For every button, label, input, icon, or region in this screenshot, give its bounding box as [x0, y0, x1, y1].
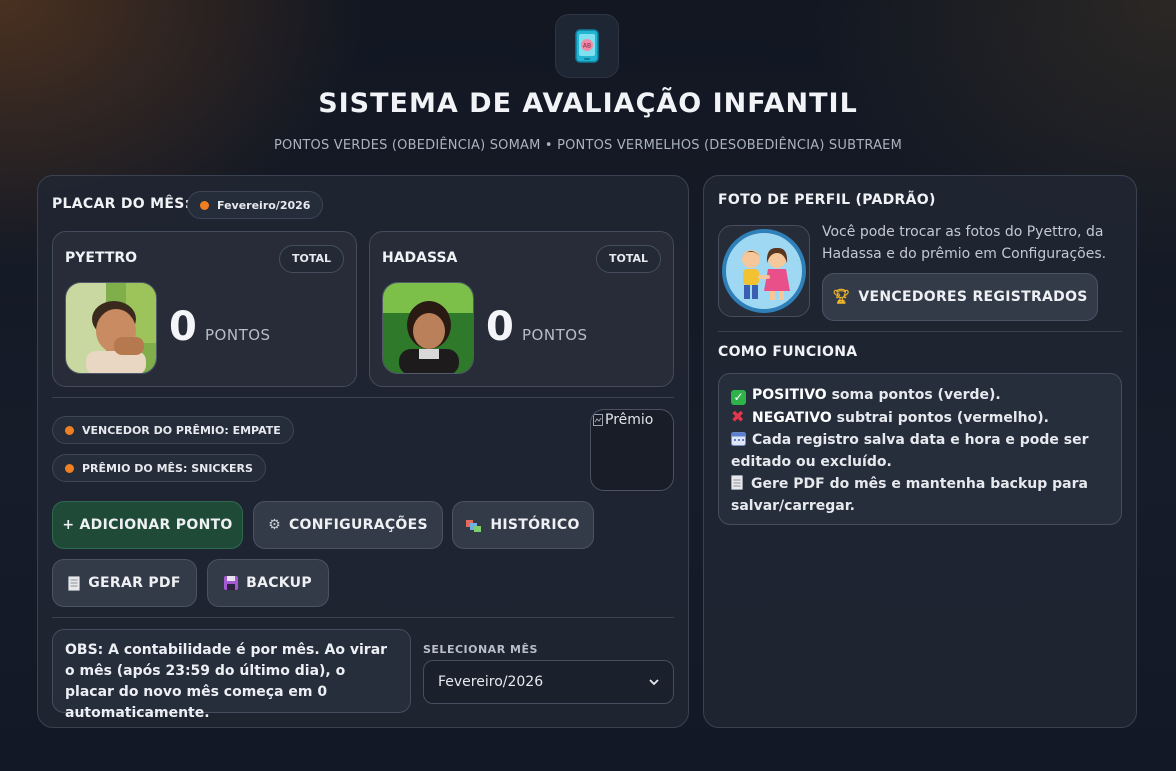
positive-label: POSITIVO [752, 387, 827, 403]
points-unit: PONTOS [522, 326, 588, 344]
howto-line-negative: ✖ NEGATIVO subtrai pontos (vermelho). [731, 406, 1109, 429]
month-chip: Fevereiro/2026 [187, 191, 324, 219]
prize-chip: PRÊMIO DO MÊS: SNICKERS [52, 454, 266, 482]
prize-image-alt: Prêmio [605, 412, 654, 428]
trophy-icon: 🏆︎ [832, 289, 851, 305]
player-photo [382, 282, 474, 374]
settings-label: CONFIGURAÇÕES [288, 517, 428, 533]
prize-chip-label: PRÊMIO DO MÊS: SNICKERS [82, 461, 253, 475]
divider [52, 617, 674, 618]
broken-image-icon: Prêmio [593, 412, 653, 428]
profile-panel: FOTO DE PERFIL (PADRÃO) Você pode trocar… [703, 175, 1137, 728]
document-icon [68, 575, 81, 591]
positive-text: soma pontos (verde). [826, 387, 1001, 403]
player-points: 0 [169, 304, 197, 350]
player-name: HADASSA [382, 250, 458, 266]
backup-label: BACKUP [246, 575, 312, 591]
registered-winners-label: VENCEDORES REGISTRADOS [858, 289, 1088, 305]
player-points: 0 [486, 304, 514, 350]
phone-app-icon: AB [575, 29, 599, 63]
divider [718, 331, 1122, 332]
divider [52, 397, 674, 398]
month-chip-label: Fevereiro/2026 [217, 198, 311, 212]
howto-line-calendar: Cada registro salva data e hora e pode s… [731, 429, 1109, 473]
total-badge: TOTAL [595, 245, 661, 273]
registered-winners-button[interactable]: 🏆︎ VENCEDORES REGISTRADOS [822, 273, 1098, 321]
score-card-pyettro: PYETTRO TOTAL 0 PONTOS [52, 231, 357, 387]
points-unit: PONTOS [205, 326, 271, 344]
orange-dot-icon [65, 425, 74, 435]
gear-icon: ⚙ [268, 517, 281, 533]
generate-pdf-label: GERAR PDF [88, 575, 181, 591]
generate-pdf-button[interactable]: GERAR PDF [52, 559, 197, 607]
profile-title: FOTO DE PERFIL (PADRÃO) [718, 192, 936, 208]
add-point-label: + ADICIONAR PONTO [62, 517, 233, 533]
player-photo [65, 282, 157, 374]
winner-chip: VENCEDOR DO PRÊMIO: EMPATE [52, 416, 294, 444]
howto-title: COMO FUNCIONA [718, 344, 858, 360]
profile-note: Você pode trocar as fotos do Pyettro, da… [822, 224, 1107, 262]
chart-icon [466, 520, 482, 532]
svg-text:AB: AB [583, 43, 591, 50]
backup-button[interactable]: BACKUP [207, 559, 329, 607]
page-subtitle: PONTOS VERDES (OBEDIÊNCIA) SOMAM • PONTO… [274, 138, 902, 153]
pdf-text: Gere PDF do mês e mantenha backup para s… [731, 476, 1088, 514]
history-label: HISTÓRICO [490, 517, 580, 533]
scoreboard-title: PLACAR DO MÊS: [52, 196, 191, 212]
children-avatar-icon [722, 229, 806, 313]
howto-line-positive: ✓ POSITIVO soma pontos (verde). [731, 384, 1109, 406]
orange-dot-icon [200, 200, 209, 210]
default-avatar [718, 225, 810, 317]
settings-button[interactable]: ⚙ CONFIGURAÇÕES [253, 501, 443, 549]
calendar-text: Cada registro salva data e hora e pode s… [731, 432, 1089, 470]
app-logo: AB [555, 14, 619, 78]
floppy-disk-icon [224, 576, 239, 590]
score-card-hadassa: HADASSA TOTAL 0 PONTOS [369, 231, 674, 387]
winner-chip-label: VENCEDOR DO PRÊMIO: EMPATE [82, 423, 281, 437]
checkmark-icon: ✓ [731, 390, 746, 405]
page-title: SISTEMA DE AVALIAÇÃO INFANTIL [318, 88, 858, 119]
calendar-icon [731, 432, 746, 446]
add-point-button[interactable]: + ADICIONAR PONTO [52, 501, 243, 549]
negative-text: subtrai pontos (vermelho). [831, 410, 1049, 426]
chevron-down-icon [649, 678, 659, 685]
prize-image: Prêmio [590, 409, 674, 491]
howto-line-pdf: Gere PDF do mês e mantenha backup para s… [731, 473, 1109, 517]
total-badge: TOTAL [278, 245, 344, 273]
select-month-label: SELECIONAR MÊS [423, 643, 538, 656]
document-icon [731, 475, 743, 490]
history-button[interactable]: HISTÓRICO [452, 501, 594, 549]
month-select-value: Fevereiro/2026 [438, 674, 544, 690]
cross-icon: ✖ [731, 407, 745, 426]
observation-note: OBS: A contabilidade é por mês. Ao virar… [52, 629, 411, 721]
month-select[interactable]: Fevereiro/2026 [423, 660, 674, 704]
scoreboard-panel: PLACAR DO MÊS: Fevereiro/2026 PYETTRO TO… [37, 175, 689, 728]
negative-label: NEGATIVO [752, 410, 832, 426]
orange-dot-icon [65, 463, 74, 473]
player-name: PYETTRO [65, 250, 138, 266]
howto-box: ✓ POSITIVO soma pontos (verde). ✖ NEGATIVO… [718, 373, 1122, 525]
